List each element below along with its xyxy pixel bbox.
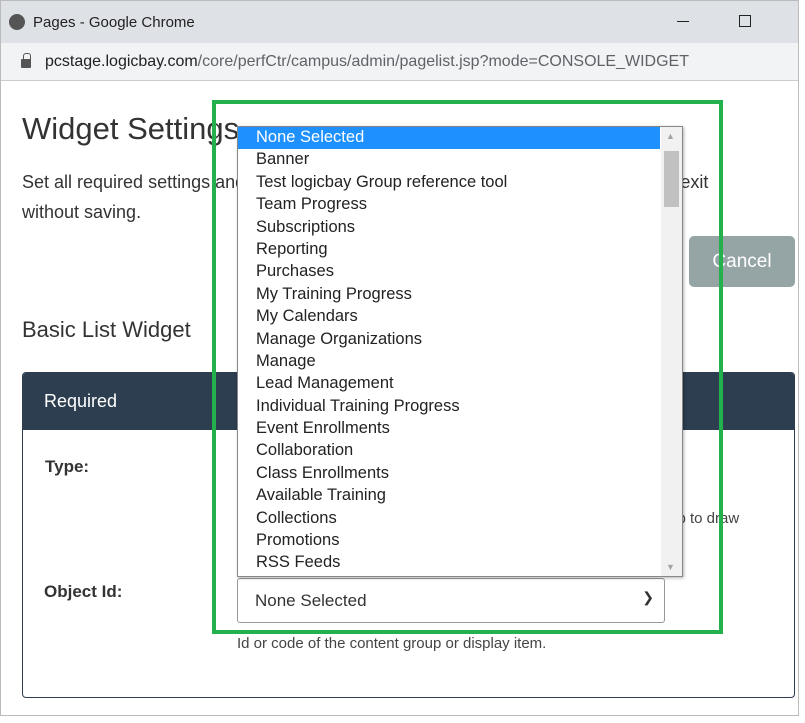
object-id-help: Id or code of the content group or displ… (237, 635, 547, 652)
window-title: Pages - Google Chrome (33, 13, 195, 31)
annotation-highlight-box (212, 100, 723, 634)
minimize-button[interactable] (677, 21, 689, 22)
section-title: Basic List Widget (22, 317, 191, 342)
type-label: Type: (45, 457, 90, 476)
title-bar: Pages - Google Chrome (1, 1, 798, 43)
lock-icon (21, 53, 31, 68)
object-id-label: Object Id: (44, 582, 123, 601)
url-path: /core/perfCtr/campus/admin/pagelist.jsp?… (197, 52, 689, 70)
maximize-button[interactable] (739, 15, 751, 27)
page-title: Widget Settings (22, 111, 240, 146)
url-host: pcstage.logicbay.com (45, 52, 198, 70)
address-bar[interactable]: pcstage.logicbay.com/core/perfCtr/campus… (1, 43, 798, 81)
globe-icon (9, 14, 25, 30)
